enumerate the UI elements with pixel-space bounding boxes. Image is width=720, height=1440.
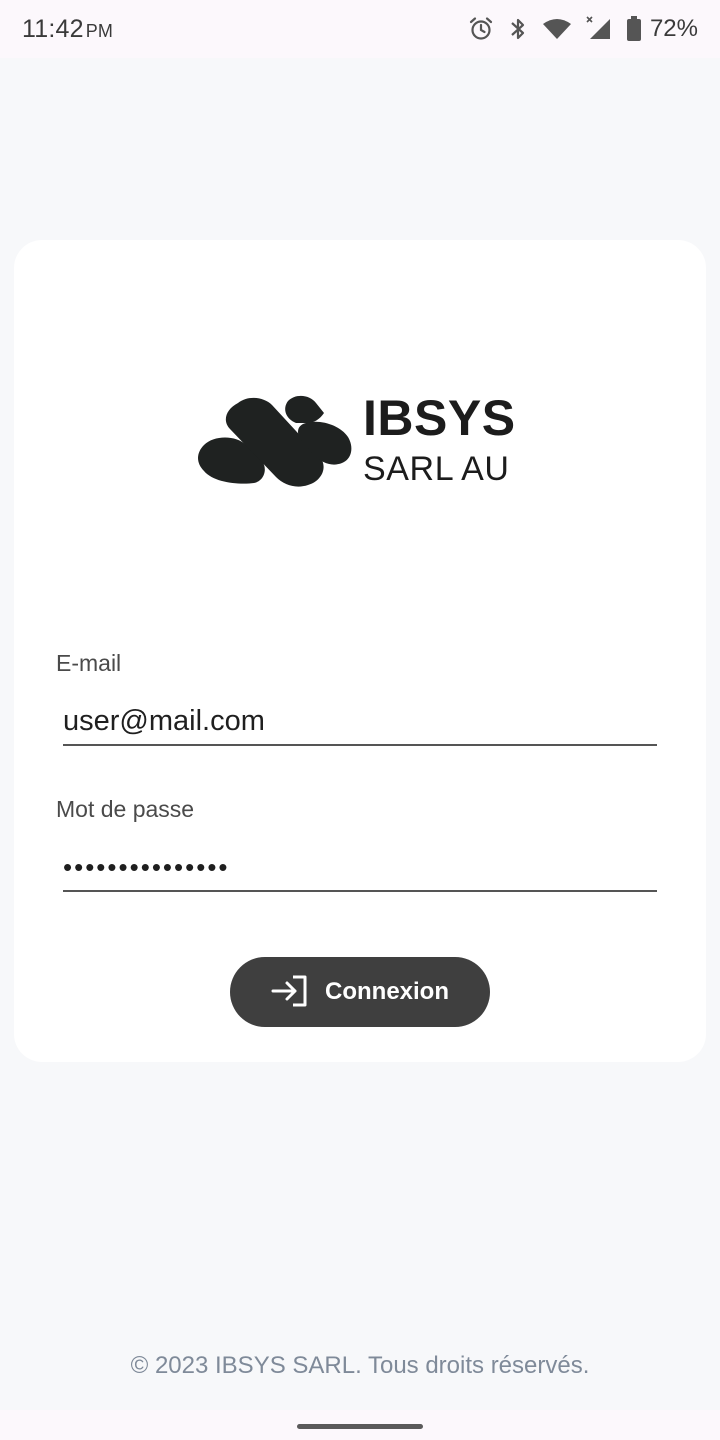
login-button-label: Connexion bbox=[325, 978, 449, 1005]
logo-title: IBSYS bbox=[363, 390, 516, 446]
battery-percent: 72% bbox=[649, 15, 698, 42]
battery-icon bbox=[626, 16, 642, 42]
status-time: 11:42 PM bbox=[22, 15, 113, 44]
login-button[interactable]: Connexion bbox=[230, 957, 490, 1027]
logo-subtitle: SARL AU bbox=[363, 450, 510, 488]
alarm-icon bbox=[468, 16, 494, 42]
status-icons: 72% bbox=[468, 15, 698, 43]
status-time-value: 11:42 bbox=[22, 14, 84, 43]
bluetooth-icon bbox=[508, 16, 528, 42]
password-field[interactable] bbox=[63, 844, 657, 892]
signal-icon bbox=[586, 16, 612, 42]
copyright-footer: © 2023 IBSYS SARL. Tous droits réservés. bbox=[130, 1352, 590, 1379]
company-logo: IBSYS SARL AU bbox=[196, 393, 516, 493]
status-bar: 11:42 PM 72% bbox=[0, 0, 720, 58]
email-field[interactable] bbox=[63, 698, 657, 746]
email-label: E-mail bbox=[56, 650, 122, 676]
home-gesture-handle[interactable] bbox=[297, 1424, 423, 1429]
status-time-ampm: PM bbox=[85, 20, 114, 41]
logo-mark-icon bbox=[198, 395, 352, 487]
wifi-icon bbox=[542, 17, 572, 41]
password-label: Mot de passe bbox=[56, 796, 195, 822]
login-icon bbox=[271, 974, 309, 1011]
